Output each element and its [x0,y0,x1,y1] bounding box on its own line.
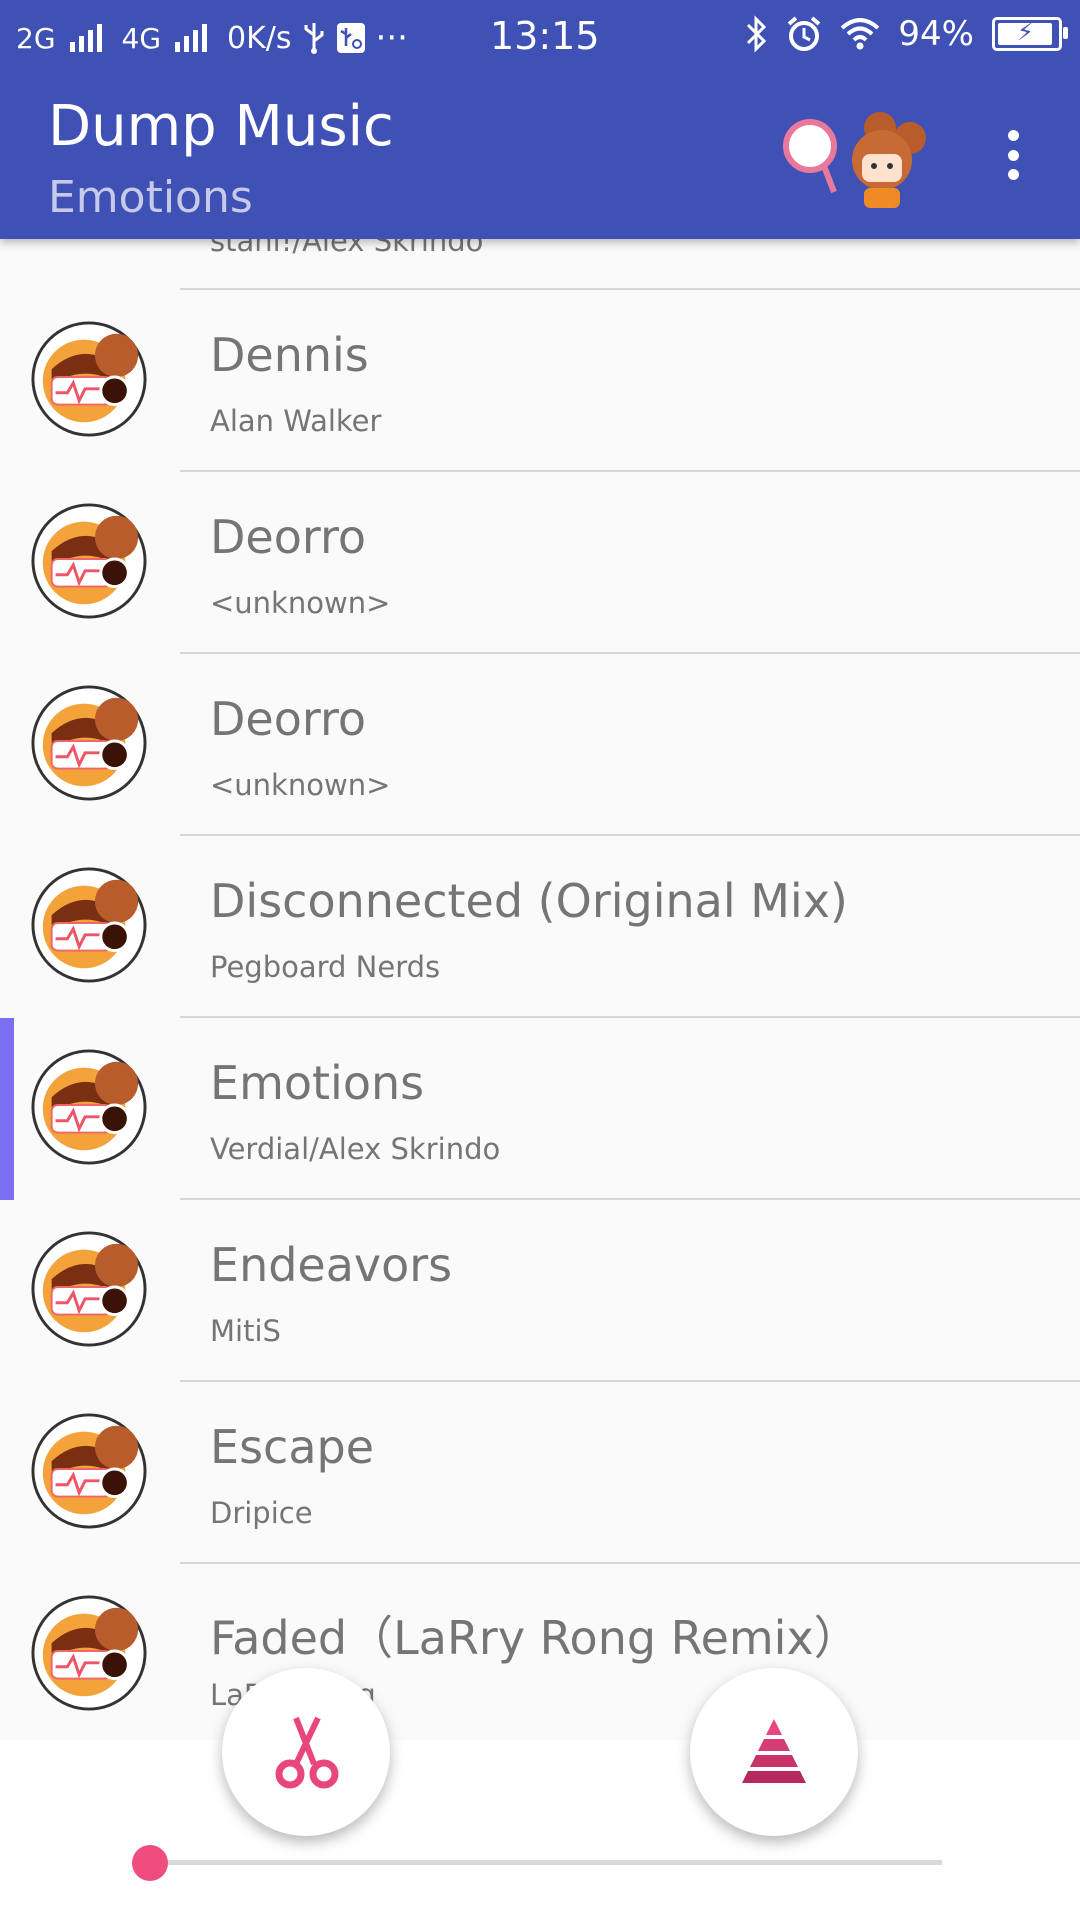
selected-indicator [0,1018,14,1200]
song-artist: <unknown> [210,586,391,620]
seek-thumb[interactable] [132,1845,168,1881]
song-avatar [31,321,147,437]
song-avatar [31,867,147,983]
song-title: Faded（LaRry Rong Remix） [210,1611,860,1665]
list-item[interactable]: Endeavors MitiS [0,1200,1080,1382]
song-avatar [31,503,147,619]
network-type-2: 4G [121,21,162,55]
song-avatar [31,1413,147,1529]
usb-icon [304,23,324,54]
signal-icon [175,24,208,52]
alarm-icon [788,16,821,51]
song-title: Escape [210,1420,375,1474]
equalizer-button[interactable] [690,1668,858,1836]
song-artist: Verdial/Alex Skrindo [210,1132,501,1166]
pyramid-icon [742,1719,806,1783]
network-speed: 0K/s [227,20,292,56]
mascot-search-icon[interactable] [782,104,932,214]
status-bar: 2G 4G 0K/s ··· 13:15 94% ⚡ [0,0,1080,76]
bluetooth-icon [747,15,767,53]
wifi-icon [841,18,880,50]
list-item[interactable]: Disconnected (Original Mix) Pegboard Ner… [0,836,1080,1018]
usb-debug-icon [336,23,365,53]
list-item[interactable]: Deorro <unknown> [0,472,1080,654]
app-header: 2G 4G 0K/s ··· 13:15 94% ⚡ Dump Music Em… [0,0,1080,239]
app-subtitle: Emotions [48,172,253,223]
more-vert-icon[interactable] [998,130,1028,180]
list-item[interactable]: Escape Dripice [0,1382,1080,1564]
song-title: Dennis [210,328,369,382]
seek-bar[interactable] [150,1860,942,1865]
battery-icon: ⚡ [992,17,1068,51]
song-title: Disconnected (Original Mix) [210,874,848,928]
song-artist: <unknown> [210,768,391,802]
list-item[interactable]: Deorro <unknown> [0,654,1080,836]
list-item[interactable]: Faded（LaRry Rong Remix） LaRry Rong [0,1564,1080,1746]
battery-percent: 94% [898,14,974,54]
song-avatar [31,685,147,801]
network-type-1: 2G [16,21,56,55]
list-item[interactable]: Dennis Alan Walker [0,290,1080,472]
song-title: Endeavors [210,1238,453,1292]
list-item-selected[interactable]: Emotions Verdial/Alex Skrindo [0,1018,1080,1200]
song-title: Deorro [210,510,367,564]
scissors-icon [275,1716,339,1789]
song-title: Deorro [210,692,367,746]
song-artist: MitiS [210,1314,281,1348]
song-artist: Pegboard Nerds [210,950,441,984]
song-title: Emotions [210,1056,425,1110]
song-avatar [31,1049,147,1165]
more-notifications: ··· [375,18,408,58]
status-time: 13:15 [490,14,600,58]
signal-icon [69,24,102,52]
song-artist: Alan Walker [210,404,382,438]
song-avatar [31,1595,147,1711]
player-panel [0,1740,1080,1920]
song-list: stahl!/Alex Skrindo Dennis Alan Walker D… [0,0,1080,1920]
cut-button[interactable] [222,1668,390,1836]
song-artist: Dripice [210,1496,313,1530]
song-avatar [31,1231,147,1347]
app-title: Dump Music [48,94,394,159]
